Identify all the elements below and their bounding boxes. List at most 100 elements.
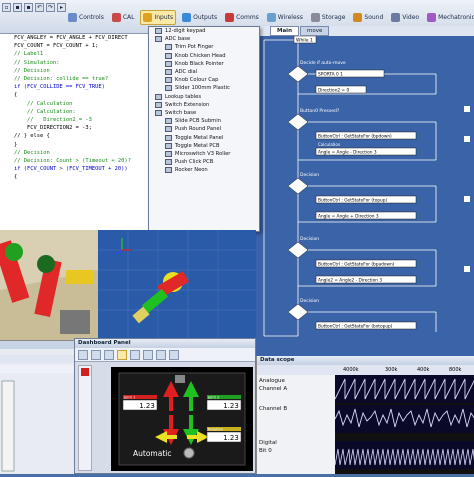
code-line: // Decision: Count > (Timeout + 20)? [14, 158, 131, 165]
dashboard-panel[interactable]: Dashboard Panel Joint 1 1.23 Joint 2 1.2… [74, 338, 256, 474]
menu-item-label: Slide PCB Submin [175, 118, 221, 125]
automatic-toggle[interactable] [183, 447, 195, 459]
time-ruler: 4000k 300k 400k 800k [257, 365, 474, 375]
tab-video[interactable]: Video [389, 10, 421, 25]
code-line: // Direction2 = -3 [14, 117, 92, 124]
3d-viewport-system[interactable] [0, 230, 98, 340]
tab-move[interactable]: move [300, 26, 330, 36]
zoom-icon[interactable] [130, 350, 140, 360]
tab-storage[interactable]: Storage [309, 10, 347, 25]
flowchart-tabs: Main move [256, 26, 474, 36]
menu-item-label: Trim Pot Finger [175, 44, 214, 51]
menu-item[interactable]: Lookup tables [149, 93, 259, 101]
comms-icon [225, 13, 235, 22]
tab-sound[interactable]: Sound [351, 10, 385, 25]
properties-panel[interactable] [0, 340, 76, 474]
undo-icon[interactable]: ↶ [35, 3, 44, 12]
menu-item[interactable]: Knob Chicken Head [149, 52, 259, 60]
code-line: // Calculation [14, 100, 73, 107]
menu-item-label: Push Click PCB [175, 159, 214, 166]
folder-icon [155, 93, 162, 100]
menu-item[interactable]: Knob Black Pointer [149, 60, 259, 68]
sphere-icon[interactable] [143, 350, 153, 360]
menu-item-label: Knob Colour Cap [175, 77, 219, 84]
flowchart-diagram: While 1 Decide if auto-move Button0 Pres… [263, 36, 470, 337]
joint2-label: Joint 2 [207, 395, 219, 399]
menu-item[interactable]: ADC base [149, 35, 259, 43]
rotate-tool-icon[interactable] [104, 350, 114, 360]
while-label: While 1 [296, 38, 313, 44]
move-tool-icon[interactable] [91, 350, 101, 360]
menu-item[interactable]: Knob Colour Cap [149, 76, 259, 84]
dashboard-side-toolbar [78, 365, 92, 471]
menu-item[interactable]: Slide PCB Submin [149, 117, 259, 125]
new-icon[interactable]: ▫ [2, 3, 11, 12]
save-icon[interactable]: ▪ [24, 3, 33, 12]
menu-item[interactable]: Trim Pot Finger [149, 43, 259, 51]
decision4-label: Decision [300, 236, 319, 242]
menu-item-label: Switch base [165, 109, 197, 116]
calc4-text: Angle2 = Angle2 - Direction 3 [318, 278, 382, 284]
redo-icon[interactable]: ↷ [46, 3, 55, 12]
menu-item-label: 12-digit keypad [165, 28, 206, 35]
code-line: // Label1 [14, 51, 44, 58]
tab-outputs[interactable]: Outputs [180, 10, 219, 25]
menu-item-label: Knob Chicken Head [175, 52, 226, 59]
open-icon[interactable]: ▪ [13, 3, 22, 12]
data-scope-panel[interactable]: Data scope 4000k 300k 400k 800k Analogue… [256, 356, 474, 474]
component-icon [165, 69, 172, 76]
panel-view-icon[interactable] [117, 350, 127, 360]
decision5-label: Decision [300, 298, 319, 304]
sound-icon [353, 13, 363, 22]
dashboard-canvas: Joint 1 1.23 Joint 2 1.23 Rotation 1.23 … [111, 367, 253, 471]
menu-item[interactable]: Push Click PCB [149, 158, 259, 166]
tab-label: Storage [321, 14, 346, 21]
component-icon [165, 77, 172, 84]
tab-label: Comms [236, 14, 259, 21]
tab-inputs[interactable]: Inputs [140, 10, 177, 25]
tab-comms[interactable]: Comms [223, 10, 261, 25]
component-icon [165, 159, 172, 166]
3d-viewport-panel[interactable] [98, 230, 256, 340]
tab-cal[interactable]: CAL [110, 10, 137, 25]
component-icon [165, 52, 172, 59]
tab-wireless[interactable]: Wireless [265, 10, 305, 25]
mechatronics-icon [427, 13, 437, 22]
menu-item[interactable]: Toggle Metal PCB [149, 142, 259, 150]
calc2-title: Calculation [318, 142, 341, 147]
run-icon[interactable]: ▸ [57, 3, 66, 12]
menu-item[interactable]: Toggle Metal Panel [149, 133, 259, 141]
folder-icon [155, 36, 162, 43]
color-swatch-icon[interactable] [81, 368, 89, 376]
panel-contents [0, 341, 76, 472]
tab-controls[interactable]: Controls [66, 10, 106, 25]
pointer-tool-icon[interactable] [78, 350, 88, 360]
flowchart-canvas[interactable]: Main move While 1 Decide if auto-move Bu… [256, 26, 474, 356]
time-label: 800k [449, 367, 462, 373]
menu-item[interactable]: Rocker Neon [149, 166, 259, 174]
tab-mechatronics[interactable]: Mechatronics [425, 10, 474, 25]
menu-item[interactable]: ADC dial [149, 68, 259, 76]
menu-item[interactable]: Switch Extension [149, 101, 259, 109]
decision1-label: Decide if auto-move [300, 60, 346, 66]
menu-item-label: Toggle Metal Panel [175, 134, 224, 141]
menu-item-label: Toggle Metal PCB [175, 142, 220, 149]
grid-icon[interactable] [169, 350, 179, 360]
menu-item[interactable]: Push Round Panel [149, 125, 259, 133]
wireless-icon [266, 13, 276, 22]
menu-item[interactable]: 12-digit keypad [149, 27, 259, 35]
camera-icon[interactable] [156, 350, 166, 360]
menu-item[interactable]: Switch base [149, 109, 259, 117]
calc2-text: Angle = Angle - Direction 3 [318, 150, 377, 156]
tab-main[interactable]: Main [270, 26, 299, 36]
menu-item[interactable]: Slider 100mm Plastic [149, 84, 259, 92]
tab-label: Sound [364, 14, 384, 21]
dashboard-title: Dashboard Panel [75, 339, 255, 348]
call4-text: ButtonCtrl : GetStateFor (bpadown) [318, 262, 395, 268]
menu-item[interactable]: Microswitch V3 Roller [149, 150, 259, 158]
component-icon [165, 118, 172, 125]
code-line: { [14, 174, 18, 181]
inputs-icon [143, 13, 153, 22]
c-code-editor[interactable]: FCV_ANGLEY = FCV_ANGLE + FCV_DIRECT FCV_C… [0, 34, 150, 230]
call1-text: SPORTA 0 1 [318, 72, 343, 78]
